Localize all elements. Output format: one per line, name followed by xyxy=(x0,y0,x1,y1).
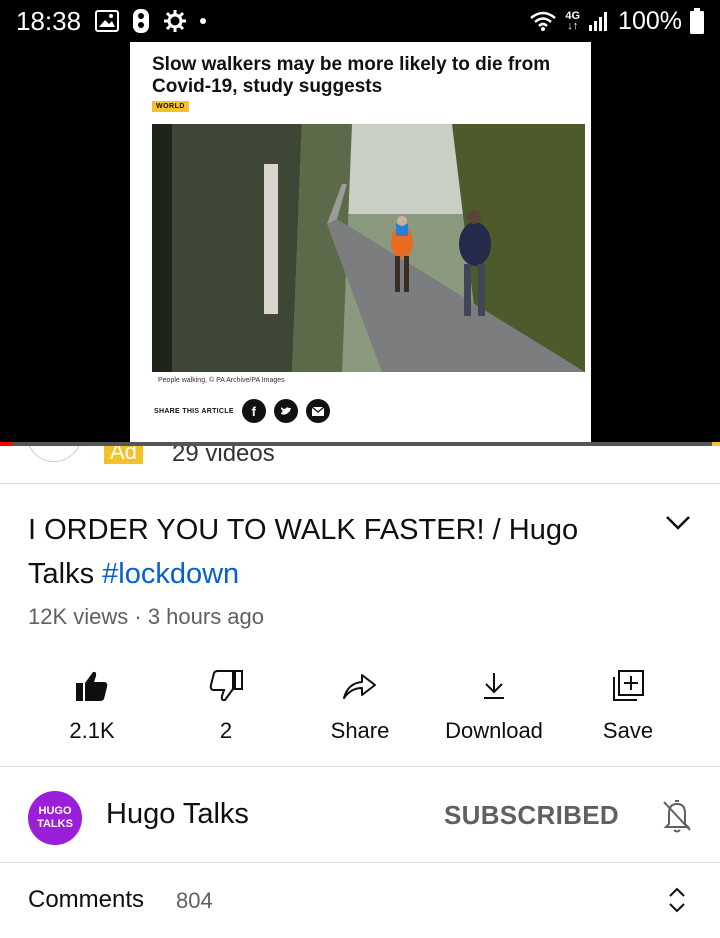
thumbs-down-icon xyxy=(156,660,296,712)
ad-row[interactable]: Ad 29 videos xyxy=(0,446,720,484)
download-icon xyxy=(424,660,564,712)
divider xyxy=(0,862,720,863)
app-notification-icon xyxy=(131,8,151,34)
save-button[interactable]: Save xyxy=(558,660,698,744)
article-photo xyxy=(152,124,585,372)
facebook-icon: f xyxy=(241,399,266,423)
settings-gear-icon xyxy=(163,9,187,33)
hashtag-link[interactable]: #lockdown xyxy=(102,558,239,590)
battery-icon xyxy=(690,8,704,34)
ad-avatar xyxy=(26,446,82,462)
channel-name[interactable]: Hugo Talks xyxy=(106,798,249,831)
video-title[interactable]: I ORDER YOU TO WALK FASTER! / Hugo Talks… xyxy=(28,508,628,596)
save-label: Save xyxy=(602,718,654,743)
comments-count: 804 xyxy=(176,888,213,913)
like-button[interactable]: 2.1K xyxy=(22,660,162,744)
video-player[interactable]: Slow walkers may be more likely to die f… xyxy=(0,42,720,446)
ad-videos-count: 29 videos xyxy=(172,446,275,467)
share-button[interactable]: Share xyxy=(290,660,430,744)
subscribed-button[interactable]: SUBSCRIBED xyxy=(444,800,619,831)
download-label: Download xyxy=(445,718,543,743)
photo-caption: People walking, © PA Archive/PA Images xyxy=(158,377,285,384)
wifi-icon xyxy=(529,10,557,32)
comments-section[interactable]: Comments 804 xyxy=(0,864,720,938)
article-headline: Slow walkers may be more likely to die f… xyxy=(152,54,551,97)
chevron-down-icon xyxy=(666,516,690,530)
more-notifications-dot-icon xyxy=(199,17,207,25)
action-bar: 2.1K 2 Share Download Save xyxy=(0,660,720,750)
cell-signal-icon xyxy=(588,10,610,32)
status-time: 18:38 xyxy=(16,5,82,36)
twitter-icon xyxy=(273,399,298,423)
email-icon xyxy=(305,399,330,423)
video-meta: 12K views · 3 hours ago xyxy=(28,604,265,629)
comments-label: Comments xyxy=(28,886,145,913)
ad-badge: Ad xyxy=(104,446,143,464)
channel-avatar[interactable]: HUGO TALKS xyxy=(28,791,82,845)
network-type: 4G ↓↑ xyxy=(565,10,581,32)
gallery-notification-icon xyxy=(95,10,120,32)
share-label: Share xyxy=(330,718,390,743)
share-icon xyxy=(290,660,430,712)
battery-percent: 100% xyxy=(618,6,682,35)
dislike-button[interactable]: 2 xyxy=(156,660,296,744)
channel-row[interactable]: HUGO TALKS Hugo Talks SUBSCRIBED xyxy=(0,768,720,862)
article-section-tag: WORLD xyxy=(152,101,189,112)
like-count: 2.1K xyxy=(69,718,115,743)
notifications-off-bell-icon[interactable] xyxy=(660,798,694,839)
divider xyxy=(0,766,720,767)
expand-comments-icon[interactable] xyxy=(664,886,690,919)
status-bar: 18:38 4G ↓↑ 100% xyxy=(0,0,720,42)
thumbs-up-filled-icon xyxy=(22,660,162,712)
share-article-label: SHARE THIS ARTICLE xyxy=(154,407,234,415)
dislike-count: 2 xyxy=(219,718,233,743)
article-share-row: SHARE THIS ARTICLE f xyxy=(154,399,330,423)
download-button[interactable]: Download xyxy=(424,660,564,744)
save-to-playlist-icon xyxy=(558,660,698,712)
expand-description-button[interactable] xyxy=(664,514,692,537)
video-frame-article: Slow walkers may be more likely to die f… xyxy=(130,42,591,446)
